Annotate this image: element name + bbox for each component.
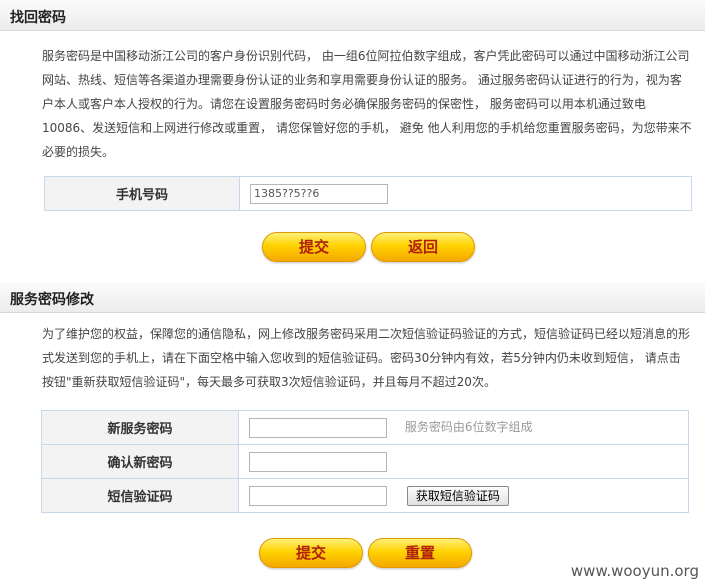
confirm-password-label: 确认新密码 <box>41 444 239 479</box>
sms-code-row: 短信验证码 获取短信验证码 <box>41 478 689 513</box>
back-button[interactable]: 返回 <box>371 232 475 262</box>
modify-password-title: 服务密码修改 <box>10 292 94 308</box>
new-password-hint: 服务密码由6位数字组成 <box>404 420 533 434</box>
new-password-row: 新服务密码 服务密码由6位数字组成 <box>41 410 689 445</box>
sms-code-input[interactable] <box>249 485 387 506</box>
phone-input[interactable] <box>250 183 388 204</box>
find-submit-button[interactable]: 提交 <box>262 232 366 262</box>
find-password-title: 找回密码 <box>10 10 66 26</box>
new-password-label: 新服务密码 <box>41 410 239 445</box>
modify-submit-button[interactable]: 提交 <box>259 538 363 568</box>
find-password-header: 找回密码 <box>0 0 705 31</box>
confirm-password-input[interactable] <box>249 451 387 472</box>
phone-row: 手机号码 <box>44 176 692 211</box>
modify-password-description: 为了维护您的权益，保障您的通信隐私，网上修改服务密码采用二次短信验证码验证的方式… <box>42 327 691 389</box>
new-password-input[interactable] <box>249 417 387 438</box>
phone-form-table: 手机号码 <box>44 176 692 211</box>
get-sms-code-button[interactable]: 获取短信验证码 <box>406 485 509 506</box>
modify-form-table: 新服务密码 服务密码由6位数字组成 确认新密码 短信验证码 获取短信验证码 <box>41 410 689 513</box>
reset-button[interactable]: 重置 <box>368 538 472 568</box>
modify-password-header: 服务密码修改 <box>0 282 705 313</box>
confirm-password-row: 确认新密码 <box>41 444 689 479</box>
phone-label: 手机号码 <box>44 176 240 211</box>
find-password-description: 服务密码是中国移动浙江公司的客户身份识别代码， 由一组6位阿拉伯数字组成，客户凭… <box>42 49 692 159</box>
watermark: www.wooyun.org <box>570 562 699 580</box>
sms-code-label: 短信验证码 <box>41 478 239 513</box>
